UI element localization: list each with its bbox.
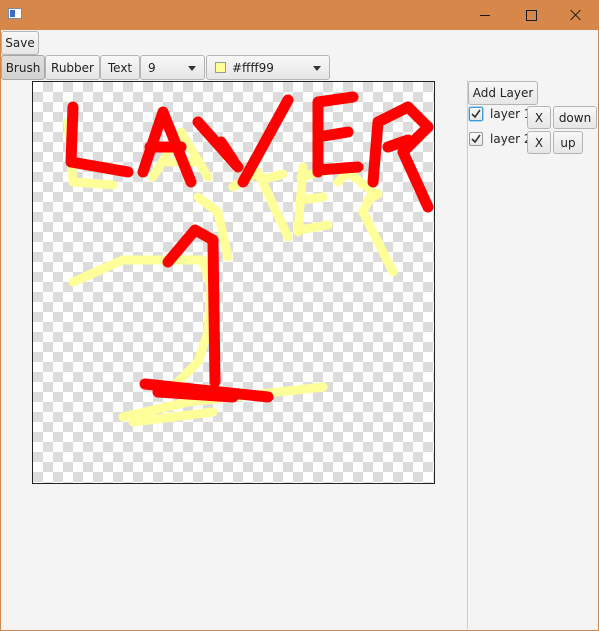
color-swatch xyxy=(215,62,226,73)
minimize-icon xyxy=(480,14,490,16)
color-value: #ffff99 xyxy=(232,61,274,75)
stroke xyxy=(312,126,354,143)
stroke xyxy=(296,192,328,205)
stroke xyxy=(382,134,414,153)
brush-tool-button[interactable]: Brush xyxy=(1,55,45,80)
stroke xyxy=(68,255,216,392)
canvas-drawing xyxy=(63,91,434,427)
close-icon xyxy=(570,9,582,21)
layer-1-move-down-button[interactable]: down xyxy=(553,106,597,129)
chevron-down-icon xyxy=(313,66,321,71)
text-tool-button[interactable]: Text xyxy=(100,55,140,80)
layer-1-remove-button[interactable]: X xyxy=(527,106,551,129)
color-picker[interactable]: #ffff99 xyxy=(206,55,330,80)
stroke xyxy=(333,167,398,277)
brush-size-value: 9 xyxy=(148,61,156,75)
stroke xyxy=(363,189,383,205)
layer-1-strokes xyxy=(65,91,434,403)
layer-2-remove-button[interactable]: X xyxy=(527,131,551,154)
panel-divider xyxy=(467,81,468,629)
stroke xyxy=(237,94,294,188)
chevron-down-icon xyxy=(188,66,196,71)
layer-1-label: layer 1 xyxy=(490,107,532,121)
checkmark-icon xyxy=(471,134,481,144)
title-bar[interactable] xyxy=(1,0,598,30)
stroke xyxy=(256,169,288,185)
layer-2-move-up-button[interactable]: up xyxy=(553,131,583,154)
rubber-tool-button[interactable]: Rubber xyxy=(45,55,100,80)
layer-2-visibility-checkbox[interactable] xyxy=(469,132,483,146)
maximize-button[interactable] xyxy=(508,0,554,30)
stroke xyxy=(312,161,364,176)
save-button[interactable]: Save xyxy=(1,31,39,55)
stroke xyxy=(294,220,333,235)
close-button[interactable] xyxy=(553,0,599,30)
layer-1-visibility-checkbox[interactable] xyxy=(469,107,483,121)
brush-size-select[interactable]: 9 xyxy=(140,55,205,80)
app-icon xyxy=(8,8,22,19)
layer-2-label: layer 2 xyxy=(490,132,532,146)
stroke xyxy=(65,101,134,178)
drawing-canvas[interactable] xyxy=(32,81,435,484)
app-window: Save Brush Rubber Text 9 #ffff99 Add Lay… xyxy=(0,0,599,631)
minimize-button[interactable] xyxy=(462,0,508,30)
maximize-icon xyxy=(525,9,537,21)
add-layer-button[interactable]: Add Layer xyxy=(468,81,538,105)
checkmark-icon xyxy=(471,109,481,119)
stroke xyxy=(152,386,239,403)
